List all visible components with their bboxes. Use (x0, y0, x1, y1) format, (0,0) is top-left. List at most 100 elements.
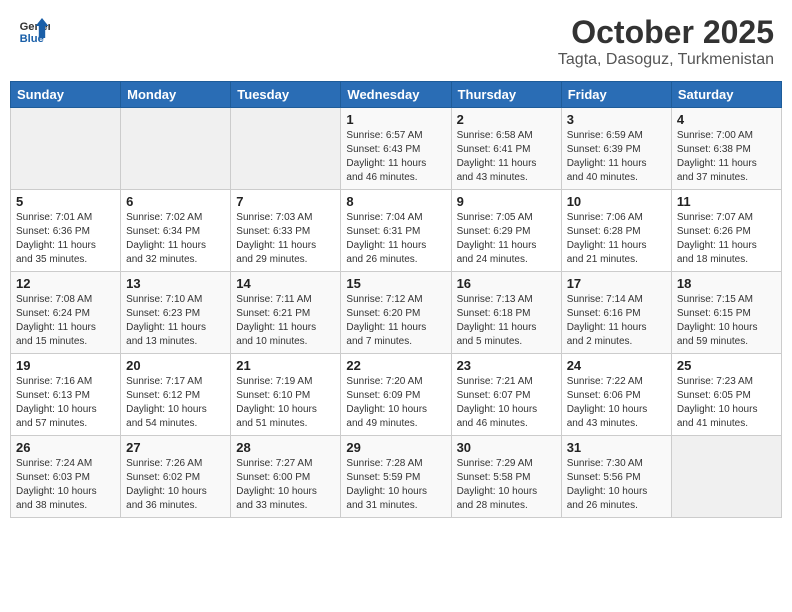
logo: General Blue (18, 14, 50, 46)
day-info: Sunrise: 7:02 AMSunset: 6:34 PMDaylight:… (126, 211, 225, 267)
weekday-header-cell: Friday (561, 82, 671, 108)
day-number: 26 (16, 440, 115, 455)
day-number: 12 (16, 276, 115, 291)
day-info: Sunrise: 7:20 AMSunset: 6:09 PMDaylight:… (346, 375, 445, 431)
day-number: 15 (346, 276, 445, 291)
day-info: Sunrise: 7:04 AMSunset: 6:31 PMDaylight:… (346, 211, 445, 267)
title-block: October 2025 Tagta, Dasoguz, Turkmenista… (558, 14, 774, 69)
calendar-cell: 7 Sunrise: 7:03 AMSunset: 6:33 PMDaylight… (231, 190, 341, 272)
calendar-cell: 17 Sunrise: 7:14 AMSunset: 6:16 PMDayligh… (561, 272, 671, 354)
day-number: 8 (346, 194, 445, 209)
day-number: 27 (126, 440, 225, 455)
day-number: 25 (677, 358, 776, 373)
calendar-cell: 19 Sunrise: 7:16 AMSunset: 6:13 PMDayligh… (11, 354, 121, 436)
calendar-week-row: 19 Sunrise: 7:16 AMSunset: 6:13 PMDayligh… (11, 354, 782, 436)
day-info: Sunrise: 7:13 AMSunset: 6:18 PMDaylight:… (457, 293, 556, 349)
calendar-cell (121, 108, 231, 190)
calendar-cell: 15 Sunrise: 7:12 AMSunset: 6:20 PMDayligh… (341, 272, 451, 354)
calendar-cell: 21Sunrise: 7:19 AMSunset: 6:10 PMDayligh… (231, 354, 341, 436)
day-info: Sunrise: 7:22 AMSunset: 6:06 PMDaylight:… (567, 375, 666, 431)
weekday-header-cell: Saturday (671, 82, 781, 108)
calendar-cell: 1 Sunrise: 6:57 AMSunset: 6:43 PMDaylight… (341, 108, 451, 190)
calendar-week-row: 5Sunrise: 7:01 AMSunset: 6:36 PMDaylight… (11, 190, 782, 272)
day-number: 18 (677, 276, 776, 291)
day-info: Sunrise: 7:23 AMSunset: 6:05 PMDaylight:… (677, 375, 776, 431)
day-number: 29 (346, 440, 445, 455)
weekday-header-cell: Thursday (451, 82, 561, 108)
day-number: 14 (236, 276, 335, 291)
calendar-cell: 8 Sunrise: 7:04 AMSunset: 6:31 PMDaylight… (341, 190, 451, 272)
day-info: Sunrise: 7:00 AMSunset: 6:38 PMDaylight:… (677, 129, 776, 185)
day-info: Sunrise: 7:26 AMSunset: 6:02 PMDaylight:… (126, 457, 225, 513)
calendar-cell: 27 Sunrise: 7:26 AMSunset: 6:02 PMDayligh… (121, 436, 231, 518)
calendar-body: 1 Sunrise: 6:57 AMSunset: 6:43 PMDaylight… (11, 108, 782, 518)
day-info: Sunrise: 7:29 AMSunset: 5:58 PMDaylight:… (457, 457, 556, 513)
day-info: Sunrise: 7:27 AMSunset: 6:00 PMDaylight:… (236, 457, 335, 513)
day-number: 3 (567, 112, 666, 127)
page-header: General Blue October 2025 Tagta, Dasoguz… (10, 10, 782, 73)
calendar-cell: 9Sunrise: 7:05 AMSunset: 6:29 PMDaylight… (451, 190, 561, 272)
day-number: 9 (457, 194, 556, 209)
calendar-cell: 28 Sunrise: 7:27 AMSunset: 6:00 PMDayligh… (231, 436, 341, 518)
day-info: Sunrise: 7:21 AMSunset: 6:07 PMDaylight:… (457, 375, 556, 431)
day-number: 28 (236, 440, 335, 455)
weekday-header-row: SundayMondayTuesdayWednesdayThursdayFrid… (11, 82, 782, 108)
month-title: October 2025 (558, 14, 774, 51)
calendar-cell: 20 Sunrise: 7:17 AMSunset: 6:12 PMDayligh… (121, 354, 231, 436)
day-number: 22 (346, 358, 445, 373)
day-number: 21 (236, 358, 335, 373)
calendar-cell: 14 Sunrise: 7:11 AMSunset: 6:21 PMDayligh… (231, 272, 341, 354)
day-number: 23 (457, 358, 556, 373)
day-number: 4 (677, 112, 776, 127)
weekday-header-cell: Sunday (11, 82, 121, 108)
day-info: Sunrise: 7:10 AMSunset: 6:23 PMDaylight:… (126, 293, 225, 349)
day-info: Sunrise: 7:07 AMSunset: 6:26 PMDaylight:… (677, 211, 776, 267)
day-info: Sunrise: 7:03 AMSunset: 6:33 PMDaylight:… (236, 211, 335, 267)
day-number: 13 (126, 276, 225, 291)
calendar-cell: 3 Sunrise: 6:59 AMSunset: 6:39 PMDaylight… (561, 108, 671, 190)
calendar-cell: 4 Sunrise: 7:00 AMSunset: 6:38 PMDaylight… (671, 108, 781, 190)
calendar-cell: 24 Sunrise: 7:22 AMSunset: 6:06 PMDayligh… (561, 354, 671, 436)
calendar-cell: 11 Sunrise: 7:07 AMSunset: 6:26 PMDayligh… (671, 190, 781, 272)
calendar-cell: 26 Sunrise: 7:24 AMSunset: 6:03 PMDayligh… (11, 436, 121, 518)
day-number: 20 (126, 358, 225, 373)
calendar-cell: 18 Sunrise: 7:15 AMSunset: 6:15 PMDayligh… (671, 272, 781, 354)
day-info: Sunrise: 7:28 AMSunset: 5:59 PMDaylight:… (346, 457, 445, 513)
day-number: 31 (567, 440, 666, 455)
calendar-week-row: 26 Sunrise: 7:24 AMSunset: 6:03 PMDayligh… (11, 436, 782, 518)
calendar-cell: 29 Sunrise: 7:28 AMSunset: 5:59 PMDayligh… (341, 436, 451, 518)
day-info: Sunrise: 6:57 AMSunset: 6:43 PMDaylight:… (346, 129, 445, 185)
day-info: Sunrise: 7:24 AMSunset: 6:03 PMDaylight:… (16, 457, 115, 513)
logo-icon: General Blue (18, 14, 50, 46)
weekday-header-cell: Wednesday (341, 82, 451, 108)
day-number: 19 (16, 358, 115, 373)
calendar-cell: 6 Sunrise: 7:02 AMSunset: 6:34 PMDaylight… (121, 190, 231, 272)
day-number: 7 (236, 194, 335, 209)
day-number: 16 (457, 276, 556, 291)
calendar-cell (231, 108, 341, 190)
weekday-header-cell: Tuesday (231, 82, 341, 108)
day-info: Sunrise: 7:08 AMSunset: 6:24 PMDaylight:… (16, 293, 115, 349)
day-number: 1 (346, 112, 445, 127)
day-number: 2 (457, 112, 556, 127)
calendar-cell: 13 Sunrise: 7:10 AMSunset: 6:23 PMDayligh… (121, 272, 231, 354)
calendar-cell: 22 Sunrise: 7:20 AMSunset: 6:09 PMDayligh… (341, 354, 451, 436)
day-number: 6 (126, 194, 225, 209)
calendar-cell (11, 108, 121, 190)
day-number: 30 (457, 440, 556, 455)
day-number: 17 (567, 276, 666, 291)
day-info: Sunrise: 7:17 AMSunset: 6:12 PMDaylight:… (126, 375, 225, 431)
day-info: Sunrise: 7:30 AMSunset: 5:56 PMDaylight:… (567, 457, 666, 513)
day-info: Sunrise: 7:12 AMSunset: 6:20 PMDaylight:… (346, 293, 445, 349)
day-number: 10 (567, 194, 666, 209)
day-info: Sunrise: 7:11 AMSunset: 6:21 PMDaylight:… (236, 293, 335, 349)
day-info: Sunrise: 7:14 AMSunset: 6:16 PMDaylight:… (567, 293, 666, 349)
day-number: 24 (567, 358, 666, 373)
calendar-cell (671, 436, 781, 518)
day-info: Sunrise: 6:58 AMSunset: 6:41 PMDaylight:… (457, 129, 556, 185)
day-number: 11 (677, 194, 776, 209)
day-info: Sunrise: 7:16 AMSunset: 6:13 PMDaylight:… (16, 375, 115, 431)
day-info: Sunrise: 7:01 AMSunset: 6:36 PMDaylight:… (16, 211, 115, 267)
day-info: Sunrise: 7:15 AMSunset: 6:15 PMDaylight:… (677, 293, 776, 349)
day-info: Sunrise: 6:59 AMSunset: 6:39 PMDaylight:… (567, 129, 666, 185)
